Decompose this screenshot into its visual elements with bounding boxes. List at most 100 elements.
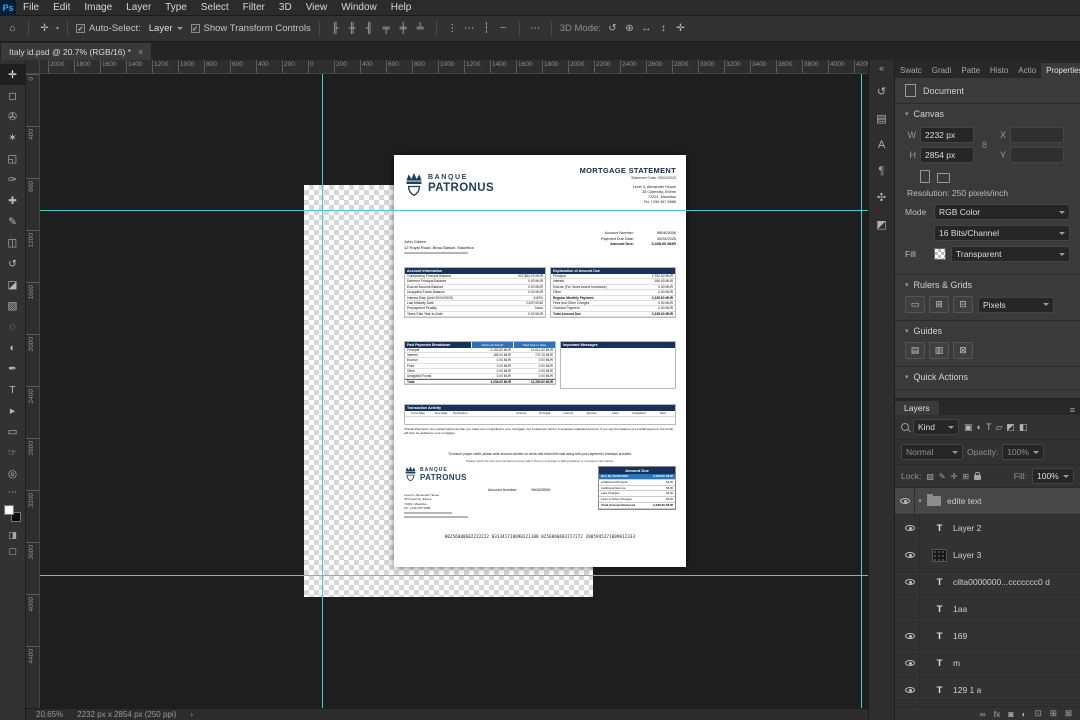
status-chevron-icon[interactable]: › <box>190 710 193 719</box>
layer-visibility-toggle[interactable] <box>900 677 920 703</box>
layer-visibility-toggle[interactable] <box>900 515 920 541</box>
section-chevron-icon[interactable]: ▾ <box>905 373 909 381</box>
guide-vertical[interactable] <box>322 74 323 708</box>
expand-panels-button[interactable]: « <box>879 63 884 73</box>
history-panel-icon[interactable]: ↺ <box>877 85 886 98</box>
dodge-tool[interactable]: ◐ <box>0 337 26 358</box>
menu-item[interactable]: File <box>16 2 46 13</box>
menu-item[interactable]: Select <box>194 2 236 13</box>
landscape-orientation-icon[interactable] <box>937 173 950 183</box>
layer-visibility-toggle[interactable] <box>900 569 920 595</box>
layer-row[interactable]: Layer 2 <box>895 515 1080 542</box>
ruler-toggle-icon[interactable]: ▭ <box>905 296 925 313</box>
section-chevron-icon[interactable]: ▾ <box>905 327 909 335</box>
vertical-ruler[interactable]: 0 400 800 1200 1600 2000 2400 2800 3200 3600 4000 4… <box>26 74 40 708</box>
align-left-edges-icon[interactable]: ╟ <box>328 23 343 34</box>
ruler-corner[interactable] <box>26 60 40 74</box>
menu-item[interactable]: Image <box>77 2 119 13</box>
filter-toggle-icon[interactable]: ◧ <box>1018 422 1029 433</box>
layer-row[interactable]: cilta0000000...ccccccc0 d <box>895 569 1080 596</box>
panel-tab[interactable]: Properties <box>1041 63 1080 78</box>
layers-tab[interactable]: Layers <box>895 401 939 415</box>
filter-shape-layers-icon[interactable]: ▱ <box>994 422 1003 433</box>
panel-tab[interactable]: Actio <box>1013 63 1041 78</box>
color-swatches[interactable] <box>4 505 21 522</box>
guide-horizontal[interactable] <box>40 575 868 576</box>
layer-thumbnail[interactable] <box>932 548 947 562</box>
layers-panel-menu-icon[interactable]: ≡ <box>1065 405 1080 415</box>
layer-thumbnail[interactable] <box>932 684 947 697</box>
align-right-edges-icon[interactable]: ╢ <box>362 23 377 34</box>
home-icon[interactable]: ⌂ <box>5 23 20 34</box>
lasso-tool[interactable]: ✇ <box>0 106 26 127</box>
roll-3d-icon[interactable]: ⊕ <box>622 23 637 34</box>
layer-mask-icon[interactable]: ◙ <box>1008 709 1013 719</box>
mortgage-statement-document[interactable]: BANQUE PATRONUS MORTGAGE STATEMENT State… <box>394 155 686 567</box>
filter-adjustment-layers-icon[interactable]: ◐ <box>976 422 983 433</box>
auto-select-dropdown[interactable]: Layer <box>145 22 187 35</box>
delete-layer-icon[interactable]: ⊠ <box>1065 708 1072 719</box>
layer-thumbnail[interactable] <box>932 630 947 643</box>
eyedropper-tool[interactable]: ✑ <box>0 169 26 190</box>
menu-item[interactable]: 3D <box>272 2 299 13</box>
layer-row[interactable]: 129 1 a <box>895 677 1080 704</box>
layer-row[interactable]: 169 <box>895 623 1080 650</box>
layer-thumbnail[interactable] <box>932 603 947 616</box>
layer-thumbnail[interactable] <box>927 494 941 506</box>
canvas[interactable]: BANQUE PATRONUS MORTGAGE STATEMENT State… <box>40 74 868 708</box>
bit-depth-dropdown[interactable]: 16 Bits/Channel <box>934 225 1070 241</box>
snap-toggle-icon[interactable]: ⊟ <box>953 296 973 313</box>
filter-smart-objects-icon[interactable]: ◩ <box>1005 422 1016 433</box>
menu-item[interactable]: Help <box>384 2 419 13</box>
edit-toolbar-icon[interactable]: ⋯ <box>0 484 26 500</box>
menu-item[interactable]: Edit <box>46 2 77 13</box>
document-tab[interactable]: Italy id.psd @ 20.7% (RGB/16) * × <box>1 43 152 60</box>
marquee-tool[interactable]: ◻ <box>0 85 26 106</box>
screen-mode-icon[interactable]: ▢ <box>0 543 26 559</box>
panel-tab[interactable]: Gradi <box>927 63 957 78</box>
show-transform-checkbox[interactable]: ✓ <box>190 24 200 33</box>
layer-group-icon[interactable]: ⊡ <box>1035 708 1042 719</box>
layer-row[interactable]: m <box>895 650 1080 677</box>
color-mode-dropdown[interactable]: RGB Color <box>934 204 1070 220</box>
layer-visibility-toggle[interactable] <box>900 623 920 649</box>
link-layers-icon[interactable]: ∞ <box>980 709 986 719</box>
character-panel-icon[interactable]: A <box>878 139 885 151</box>
adjustment-layer-icon[interactable]: ◐ <box>1021 709 1026 719</box>
layer-thumbnail[interactable] <box>932 576 947 589</box>
height-field[interactable]: 2854 px <box>920 147 974 163</box>
adjustments-panel-icon[interactable]: ◩ <box>876 218 886 231</box>
new-guide-layout-icon[interactable]: ▤ <box>905 342 925 359</box>
type-tool[interactable]: T <box>0 379 26 400</box>
pan-3d-icon[interactable]: ↔ <box>639 23 654 34</box>
distribute-spacing-v-icon[interactable]: ┆ <box>479 23 494 34</box>
portrait-orientation-icon[interactable] <box>920 170 930 183</box>
grid-toggle-icon[interactable]: ⊞ <box>929 296 949 313</box>
menu-item[interactable]: View <box>299 2 335 13</box>
panel-tab[interactable]: Swatc <box>895 63 927 78</box>
layer-visibility-toggle[interactable] <box>900 542 920 568</box>
glyphs-panel-icon[interactable]: ✣ <box>877 191 886 204</box>
guide-vertical[interactable] <box>861 74 862 708</box>
auto-select-checkbox[interactable]: ✓ <box>76 24 86 33</box>
panel-tab[interactable]: Histo <box>985 63 1013 78</box>
align-horizontal-centers-icon[interactable]: ╫ <box>345 23 360 34</box>
libraries-panel-icon[interactable]: ▤ <box>876 112 886 125</box>
layer-visibility-toggle[interactable] <box>900 650 920 676</box>
scale-3d-icon[interactable]: ✛ <box>673 23 688 34</box>
lock-pixels-icon[interactable]: ✎ <box>939 472 946 481</box>
units-dropdown[interactable]: Pixels <box>978 296 1054 313</box>
layer-effects-icon[interactable]: fx <box>994 709 1001 719</box>
menu-item[interactable]: Layer <box>119 2 158 13</box>
panel-tab[interactable]: Patte <box>956 63 985 78</box>
layer-thumbnail[interactable] <box>932 522 947 535</box>
section-chevron-icon[interactable]: ▾ <box>905 281 909 289</box>
crop-tool[interactable]: ◱ <box>0 148 26 169</box>
align-vertical-centers-icon[interactable]: ╪ <box>396 23 411 34</box>
paragraph-panel-icon[interactable]: ¶ <box>879 165 885 177</box>
layer-thumbnail[interactable] <box>932 657 947 670</box>
move-tool-preset-icon[interactable]: ✛ <box>37 23 52 34</box>
move-tool[interactable]: ✛ <box>0 64 26 85</box>
shape-tool[interactable]: ▭ <box>0 421 26 442</box>
menu-item[interactable]: Filter <box>236 2 272 13</box>
